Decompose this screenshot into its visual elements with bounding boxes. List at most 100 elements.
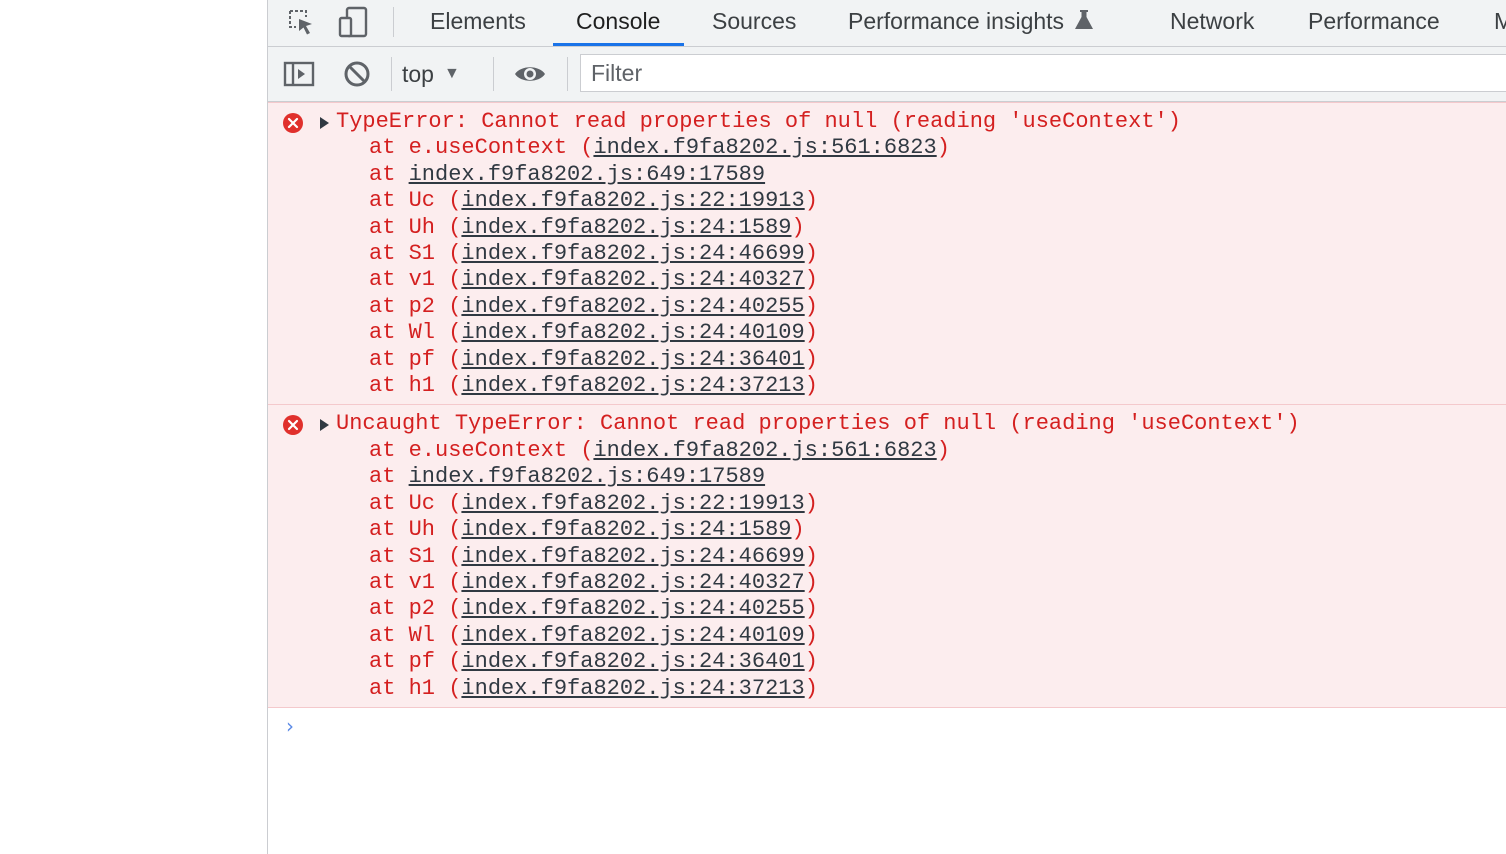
- tab-performance-insights-label: Performance insights: [848, 8, 1065, 34]
- source-link[interactable]: index.f9fa8202.js:24:40255: [461, 294, 804, 319]
- filter-input[interactable]: [580, 54, 1506, 92]
- error-icon: [283, 113, 303, 133]
- stack-frame-paren: ): [936, 437, 950, 463]
- stack-frame: at Uc (index.f9fa8202.js:22:19913): [268, 491, 1506, 517]
- stack-frame: at e.useContext (index.f9fa8202.js:561:6…: [268, 438, 1506, 464]
- stack-frame: at Wl (index.f9fa8202.js:24:40109): [268, 623, 1506, 649]
- tab-performance-insights[interactable]: Performance insights: [848, 0, 1094, 46]
- toolbar-separator: [391, 57, 392, 91]
- stack-frame: at index.f9fa8202.js:649:17589: [268, 162, 1506, 188]
- stack-frame-function: at Uh (: [369, 214, 462, 240]
- stack-frame-function: at S1 (: [369, 241, 462, 267]
- execution-context-select[interactable]: top ▼: [402, 57, 460, 91]
- stack-frame-function: at Wl (: [369, 320, 462, 346]
- console-prompt[interactable]: ›: [268, 708, 1506, 748]
- source-link[interactable]: index.f9fa8202.js:24:46699: [461, 544, 804, 569]
- source-link[interactable]: index.f9fa8202.js:24:1589: [461, 517, 791, 542]
- console-error-message[interactable]: Uncaught TypeError: Cannot read properti…: [268, 405, 1506, 708]
- stack-frame-function: at v1 (: [369, 569, 462, 595]
- stack-frame: at pf (index.f9fa8202.js:24:36401): [268, 347, 1506, 373]
- stack-frame-paren: ): [804, 543, 818, 569]
- stack-frame-paren: ): [804, 675, 818, 701]
- console-messages: TypeError: Cannot read properties of nul…: [268, 102, 1506, 854]
- console-toolbar: top ▼: [268, 47, 1506, 102]
- error-icon: [283, 415, 303, 436]
- stack-frame: at S1 (index.f9fa8202.js:24:46699): [268, 241, 1506, 267]
- stack-frame: at S1 (index.f9fa8202.js:24:46699): [268, 544, 1506, 570]
- stack-frame-paren: ): [804, 490, 818, 516]
- source-link[interactable]: index.f9fa8202.js:561:6823: [593, 438, 936, 463]
- stack-frame: at e.useContext (index.f9fa8202.js:561:6…: [268, 135, 1506, 161]
- stack-frame: at p2 (index.f9fa8202.js:24:40255): [268, 294, 1506, 320]
- stack-frame: at p2 (index.f9fa8202.js:24:40255): [268, 596, 1506, 622]
- source-link[interactable]: index.f9fa8202.js:22:19913: [461, 188, 804, 213]
- source-link[interactable]: index.f9fa8202.js:24:40327: [461, 570, 804, 595]
- source-link[interactable]: index.f9fa8202.js:22:19913: [461, 491, 804, 516]
- source-link[interactable]: index.f9fa8202.js:24:40255: [461, 596, 804, 621]
- source-link[interactable]: index.f9fa8202.js:649:17589: [409, 464, 765, 489]
- experimental-flask-icon: [1075, 9, 1094, 29]
- toolbar-separator: [493, 57, 494, 91]
- clear-console-icon[interactable]: [340, 57, 374, 91]
- source-link[interactable]: index.f9fa8202.js:24:36401: [461, 649, 804, 674]
- stack-trace: at e.useContext (index.f9fa8202.js:561:6…: [268, 438, 1506, 702]
- tab-sources[interactable]: Sources: [712, 0, 796, 46]
- stack-frame-paren: ): [804, 320, 818, 346]
- device-toolbar-icon[interactable]: [336, 5, 370, 39]
- expand-arrow-icon[interactable]: [320, 117, 329, 129]
- toolbar-separator: [567, 57, 568, 91]
- source-link[interactable]: index.f9fa8202.js:24:40109: [461, 623, 804, 648]
- execution-context-label: top: [402, 60, 434, 87]
- expand-arrow-icon[interactable]: [320, 419, 329, 432]
- stack-frame: at pf (index.f9fa8202.js:24:36401): [268, 649, 1506, 675]
- stack-frame-function: at e.useContext (: [369, 437, 594, 463]
- stack-frame-function: at: [369, 161, 409, 187]
- stack-frame-function: at pf (: [369, 346, 462, 372]
- stack-frame-paren: ): [804, 649, 818, 675]
- stack-frame-function: at pf (: [369, 649, 462, 675]
- live-expression-eye-icon[interactable]: [513, 57, 547, 91]
- stack-frame: at h1 (index.f9fa8202.js:24:37213): [268, 373, 1506, 399]
- source-link[interactable]: index.f9fa8202.js:24:40327: [461, 267, 804, 292]
- tab-elements[interactable]: Elements: [430, 0, 526, 46]
- stack-frame-function: at h1 (: [369, 675, 462, 701]
- tab-separator: [393, 7, 394, 37]
- stack-frame-paren: ): [804, 267, 818, 293]
- tab-network[interactable]: Network: [1170, 0, 1254, 46]
- stack-frame-function: at Uc (: [369, 490, 462, 516]
- tab-performance[interactable]: Performance: [1308, 0, 1440, 46]
- stack-frame-paren: ): [804, 346, 818, 372]
- stack-frame-function: at: [369, 464, 409, 490]
- tab-console[interactable]: Console: [552, 0, 685, 46]
- stack-frame: at Uc (index.f9fa8202.js:22:19913): [268, 188, 1506, 214]
- tab-more[interactable]: M: [1494, 0, 1506, 46]
- show-sidebar-icon[interactable]: [282, 57, 316, 91]
- source-link[interactable]: index.f9fa8202.js:561:6823: [593, 135, 936, 160]
- source-link[interactable]: index.f9fa8202.js:24:1589: [461, 215, 791, 240]
- stack-frame-paren: ): [804, 188, 818, 214]
- stack-frame: at Wl (index.f9fa8202.js:24:40109): [268, 320, 1506, 346]
- stack-frame-paren: ): [804, 596, 818, 622]
- source-link[interactable]: index.f9fa8202.js:24:37213: [461, 676, 804, 701]
- stack-frame-function: at e.useContext (: [369, 135, 594, 161]
- stack-frame-paren: ): [804, 622, 818, 648]
- prompt-chevron-icon: ›: [286, 713, 294, 738]
- stack-trace: at e.useContext (index.f9fa8202.js:561:6…: [268, 135, 1506, 399]
- inspected-page-area: [0, 0, 267, 854]
- source-link[interactable]: index.f9fa8202.js:24:36401: [461, 347, 804, 372]
- stack-frame: at Uh (index.f9fa8202.js:24:1589): [268, 215, 1506, 241]
- source-link[interactable]: index.f9fa8202.js:24:37213: [461, 373, 804, 398]
- source-link[interactable]: index.f9fa8202.js:649:17589: [409, 162, 765, 187]
- inspect-element-icon[interactable]: [284, 5, 318, 39]
- source-link[interactable]: index.f9fa8202.js:24:40109: [461, 320, 804, 345]
- stack-frame-function: at Uh (: [369, 517, 462, 543]
- console-error-message[interactable]: TypeError: Cannot read properties of nul…: [268, 102, 1506, 406]
- stack-frame: at index.f9fa8202.js:649:17589: [268, 464, 1506, 490]
- stack-frame-paren: ): [804, 373, 818, 399]
- stack-frame-function: at Wl (: [369, 622, 462, 648]
- stack-frame-paren: ): [936, 135, 950, 161]
- stack-frame-function: at Uc (: [369, 188, 462, 214]
- error-message-text: TypeError: Cannot read properties of nul…: [336, 109, 1181, 134]
- source-link[interactable]: index.f9fa8202.js:24:46699: [461, 241, 804, 266]
- stack-frame: at h1 (index.f9fa8202.js:24:37213): [268, 676, 1506, 702]
